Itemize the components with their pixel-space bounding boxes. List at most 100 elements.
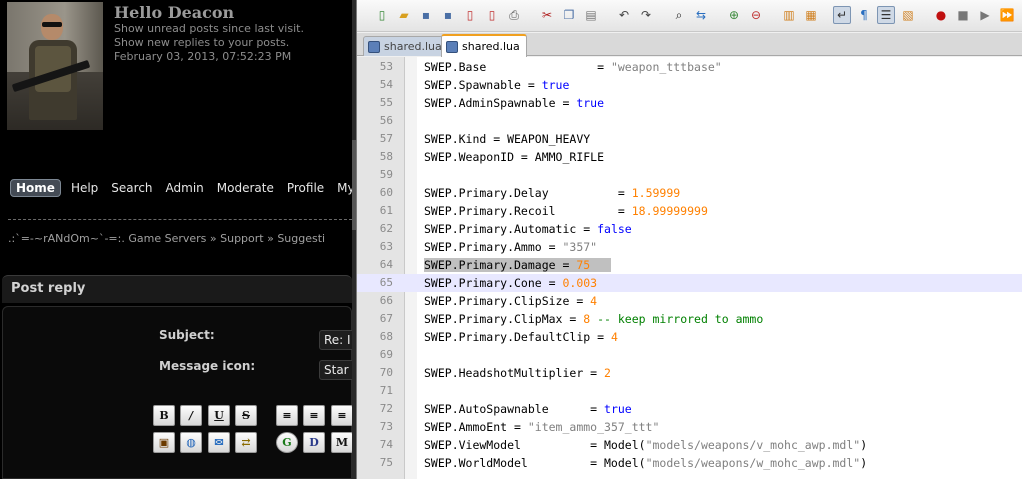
code-token: SWEP.ViewModel = Model( [424, 438, 646, 452]
insert-link-button[interactable]: ◍ [180, 432, 202, 453]
strikethrough-button[interactable]: S [235, 405, 257, 426]
play-macro-icon[interactable]: ▶ [976, 6, 994, 24]
nav-home[interactable]: Home [10, 179, 61, 197]
close-file-icon[interactable]: ▯ [461, 6, 479, 24]
code-line[interactable]: 67 SWEP.Primary.ClipMax = 8 -- keep mirro… [357, 310, 1022, 328]
show-all-chars-icon[interactable]: ¶ [855, 6, 873, 24]
avatar[interactable] [7, 2, 103, 130]
code-line[interactable]: 62 SWEP.Primary.Automatic = false [357, 220, 1022, 238]
code-token: -- keep mirrored to ammo [590, 312, 764, 326]
line-text: SWEP.AmmoEnt = "item_ammo_357_ttt" [424, 418, 659, 436]
zoom-out-icon[interactable]: ⊖ [747, 6, 765, 24]
code-token: false [597, 222, 632, 236]
nav-moderate[interactable]: Moderate [217, 181, 274, 195]
sync-horizontal-icon[interactable]: ▦ [802, 6, 820, 24]
sync-vertical-icon[interactable]: ▥ [780, 6, 798, 24]
message-icon-label: Message icon: [159, 359, 256, 373]
line-text: SWEP.Base = "weapon_tttbase" [424, 58, 722, 76]
nav-search[interactable]: Search [111, 181, 152, 195]
tab-file-1[interactable]: shared.lua [363, 36, 449, 56]
code-line[interactable]: 70 SWEP.HeadshotMultiplier = 2 [357, 364, 1022, 382]
nav-my-messages[interactable]: My M [337, 181, 352, 195]
code-line[interactable]: 59 [357, 166, 1022, 184]
code-line[interactable]: 71 [357, 382, 1022, 400]
paste-icon[interactable]: ▤ [582, 6, 600, 24]
replace-icon[interactable]: ⇆ [692, 6, 710, 24]
line-text: SWEP.Primary.DefaultClip = 4 [424, 328, 618, 346]
code-token: 4 [610, 330, 618, 344]
code-line[interactable]: 56 [357, 112, 1022, 130]
code-line[interactable]: 74 SWEP.ViewModel = Model("models/weapons… [357, 436, 1022, 454]
code-line[interactable]: 61 SWEP.Primary.Recoil = 18.99999999 [357, 202, 1022, 220]
insert-email-button[interactable]: ✉ [208, 432, 230, 453]
code-token: 1.59999 [631, 186, 681, 200]
line-number: 62 [379, 222, 393, 235]
italic-button[interactable]: / [180, 405, 202, 426]
align-left-button[interactable]: ≡ [276, 405, 298, 426]
subject-input[interactable]: Re: I [319, 330, 352, 350]
user-greeting: Hello Deacon Show unread posts since las… [114, 4, 304, 64]
current-datetime: February 03, 2013, 07:52:23 PM [114, 50, 292, 63]
globe-icon: ◍ [186, 436, 196, 449]
insert-image-button[interactable]: ▣ [153, 432, 175, 453]
breadcrumb[interactable]: .:`=-~rANdOm~`-=:. Game Servers » Suppor… [8, 232, 325, 245]
code-line[interactable]: 73 SWEP.AmmoEnt = "item_ammo_357_ttt" [357, 418, 1022, 436]
show-unread-link[interactable]: Show unread posts since last visit. [114, 22, 304, 36]
redo-icon[interactable]: ↷ [637, 6, 655, 24]
close-all-icon[interactable]: ▯ [483, 6, 501, 24]
stop-macro-icon[interactable]: ■ [954, 6, 972, 24]
shadow-button[interactable]: D [303, 432, 325, 453]
marquee-button[interactable]: M [331, 432, 352, 453]
new-file-icon[interactable]: ▯ [373, 6, 391, 24]
nav-help[interactable]: Help [71, 181, 98, 195]
nav-admin[interactable]: Admin [166, 181, 204, 195]
code-line[interactable]: 65 SWEP.Primary.Cone = 0.003 [357, 274, 1022, 292]
code-line[interactable]: 72 SWEP.AutoSpawnable = true [357, 400, 1022, 418]
save-icon[interactable]: ▪ [417, 6, 435, 24]
code-line[interactable]: 75 SWEP.WorldModel = Model("models/weapon… [357, 454, 1022, 472]
show-replies-link[interactable]: Show new replies to your posts. [114, 36, 304, 50]
run-macro-multiple-icon[interactable]: ⏩ [998, 6, 1016, 24]
word-wrap-icon[interactable]: ↵ [833, 6, 851, 24]
code-line[interactable]: 63 SWEP.Primary.Ammo = "357" [357, 238, 1022, 256]
line-number: 57 [379, 132, 393, 145]
code-line[interactable]: 68 SWEP.Primary.DefaultClip = 4 [357, 328, 1022, 346]
open-file-icon[interactable]: ▰ [395, 6, 413, 24]
cut-icon[interactable]: ✂ [538, 6, 556, 24]
indent-guide-icon[interactable]: ☰ [877, 6, 895, 24]
main-nav: Home Help Search Admin Moderate Profile … [10, 178, 352, 198]
line-text: SWEP.Primary.Recoil = 18.99999999 [424, 202, 708, 220]
code-line[interactable]: 69 [357, 346, 1022, 364]
save-all-icon[interactable]: ▪ [439, 6, 457, 24]
align-right-button[interactable]: ≡ [331, 405, 352, 426]
code-line[interactable]: 66 SWEP.Primary.ClipSize = 4 [357, 292, 1022, 310]
code-line[interactable]: 64 SWEP.Primary.Damage = 75 [357, 256, 1022, 274]
align-center-button[interactable]: ≡ [303, 405, 325, 426]
underline-button[interactable]: U [208, 405, 230, 426]
code-line[interactable]: 58 SWEP.WeaponID = AMMO_RIFLE [357, 148, 1022, 166]
record-macro-icon[interactable]: ● [932, 6, 950, 24]
print-icon[interactable]: ⎙ [505, 6, 523, 24]
nav-profile[interactable]: Profile [287, 181, 324, 195]
post-reply-form: Subject: Re: I Message icon: Star B / U … [2, 306, 352, 479]
code-line[interactable]: 57 SWEP.Kind = WEAPON_HEAVY [357, 130, 1022, 148]
code-area[interactable]: 53 SWEP.Base = "weapon_tttbase" 54 SWEP.Spa… [357, 57, 1022, 479]
find-icon[interactable]: ⌕ [670, 6, 688, 24]
undo-icon[interactable]: ↶ [615, 6, 633, 24]
zoom-in-icon[interactable]: ⊕ [725, 6, 743, 24]
insert-ftp-button[interactable]: ⇄ [235, 432, 257, 453]
tab-file-2[interactable]: shared.lua [441, 34, 527, 57]
copy-icon[interactable]: ❐ [560, 6, 578, 24]
code-line[interactable]: 60 SWEP.Primary.Delay = 1.59999 [357, 184, 1022, 202]
code-line[interactable]: 54 SWEP.Spawnable = true [357, 76, 1022, 94]
code-line[interactable]: 55 SWEP.AdminSpawnable = true [357, 94, 1022, 112]
code-token: SWEP.Kind = WEAPON_HEAVY [424, 132, 591, 146]
code-line[interactable]: 53 SWEP.Base = "weapon_tttbase" [357, 58, 1022, 76]
message-icon-select[interactable]: Star [319, 360, 352, 380]
file-icon [446, 40, 458, 53]
glow-button[interactable]: G [276, 432, 298, 453]
subject-label: Subject: [159, 328, 215, 342]
line-text: SWEP.Primary.Cone = 0.003 [424, 274, 597, 292]
doc-map-icon[interactable]: ▧ [899, 6, 917, 24]
bold-button[interactable]: B [153, 405, 175, 426]
